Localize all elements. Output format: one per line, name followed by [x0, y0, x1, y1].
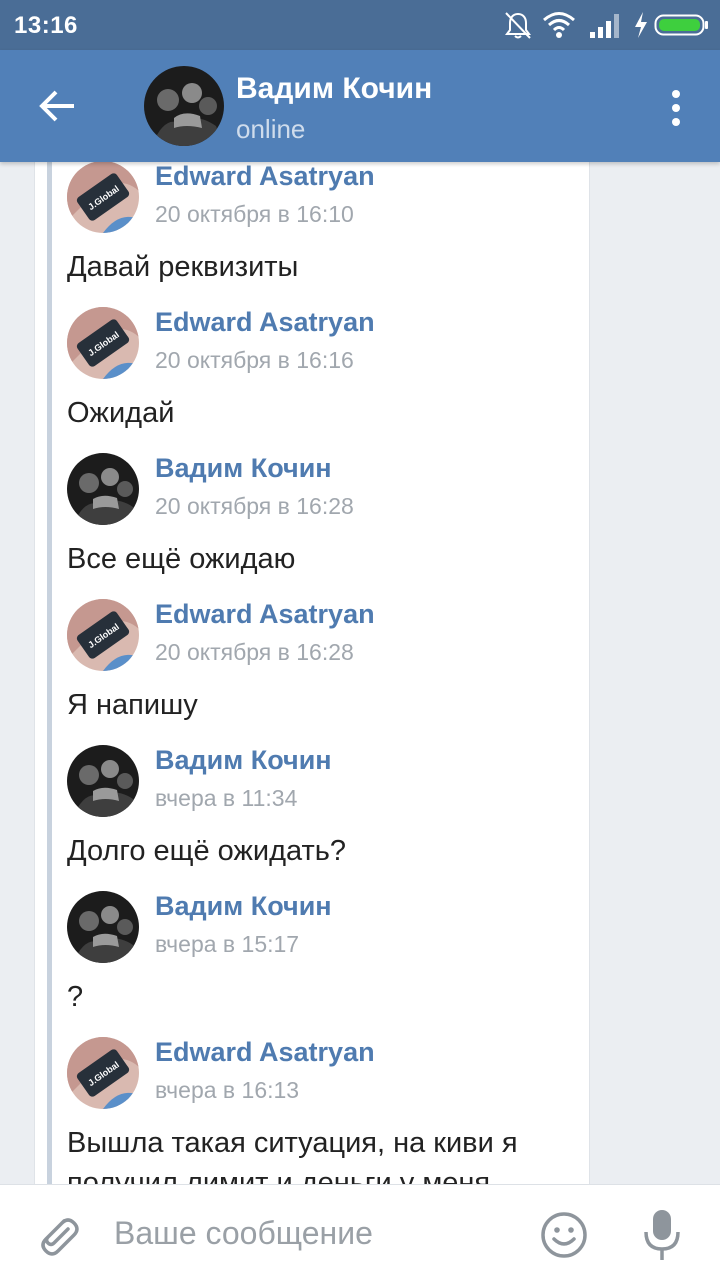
- wifi-icon: [543, 12, 575, 38]
- message-text: Давай реквизиты: [67, 251, 299, 283]
- message-date: вчера в 16:13: [155, 1077, 300, 1103]
- author-avatar[interactable]: [67, 745, 139, 817]
- paperclip-icon[interactable]: [34, 1209, 80, 1259]
- author-name[interactable]: Edward Asatryan: [155, 1037, 375, 1068]
- message-text: ?: [67, 981, 84, 1013]
- author-name[interactable]: Вадим Кочин: [155, 453, 332, 484]
- author-avatar[interactable]: J.Global: [67, 599, 139, 671]
- author-avatar[interactable]: J.Global: [67, 1037, 139, 1109]
- message-history[interactable]: J.Global Edward Asatryan 20 октября в 16:1…: [0, 162, 720, 1184]
- contact-name[interactable]: Вадим Кочин: [236, 72, 432, 106]
- contact-avatar[interactable]: [144, 66, 224, 146]
- author-avatar[interactable]: J.Global: [67, 307, 139, 379]
- chat-toolbar: Вадим Кочин online: [0, 50, 720, 162]
- author-name[interactable]: Edward Asatryan: [155, 599, 375, 630]
- microphone-icon[interactable]: [642, 1207, 682, 1263]
- message-date: 20 октября в 16:16: [155, 347, 354, 373]
- message-input[interactable]: Ваше сообщение: [114, 1215, 373, 1252]
- author-name[interactable]: Вадим Кочин: [155, 745, 332, 776]
- author-name[interactable]: Edward Asatryan: [155, 307, 375, 338]
- message-text: Долго ещё ожидать?: [67, 835, 347, 867]
- arrow-left-icon[interactable]: [30, 84, 78, 128]
- message-date: вчера в 15:17: [155, 931, 300, 957]
- author-avatar[interactable]: [67, 891, 139, 963]
- message-text: Я напишу: [67, 689, 198, 721]
- more-vertical-icon[interactable]: [662, 84, 690, 132]
- charging-bolt-icon: [635, 12, 647, 38]
- bell-off-icon: [505, 12, 531, 39]
- forwarded-block: J.Global Edward Asatryan 20 октября в 16:1…: [47, 162, 577, 1184]
- author-name[interactable]: Вадим Кочин: [155, 891, 332, 922]
- smile-icon[interactable]: [540, 1211, 588, 1259]
- message-text: Вышла такая ситуация, на киви я получил …: [67, 1127, 518, 1184]
- message-date: 20 октября в 16:28: [155, 639, 354, 665]
- author-avatar[interactable]: J.Global: [67, 162, 139, 233]
- battery-icon: [654, 14, 708, 36]
- author-avatar[interactable]: [67, 453, 139, 525]
- contact-status: online: [236, 114, 306, 144]
- message-date: вчера в 11:34: [155, 785, 298, 811]
- message-text: Все ещё ожидаю: [67, 543, 296, 575]
- message-date: 20 октября в 16:28: [155, 493, 354, 519]
- message-text: Ожидай: [67, 397, 175, 429]
- message-input-bar: Ваше сообщение: [0, 1184, 720, 1280]
- signal-icon: [590, 14, 619, 38]
- status-time: 13:16: [14, 12, 78, 39]
- message-date: 20 октября в 16:10: [155, 201, 354, 227]
- forwarded-messages-card: J.Global Edward Asatryan 20 октября в 16:1…: [34, 162, 590, 1184]
- author-name[interactable]: Edward Asatryan: [155, 162, 375, 192]
- status-bar: 13:16: [0, 0, 720, 50]
